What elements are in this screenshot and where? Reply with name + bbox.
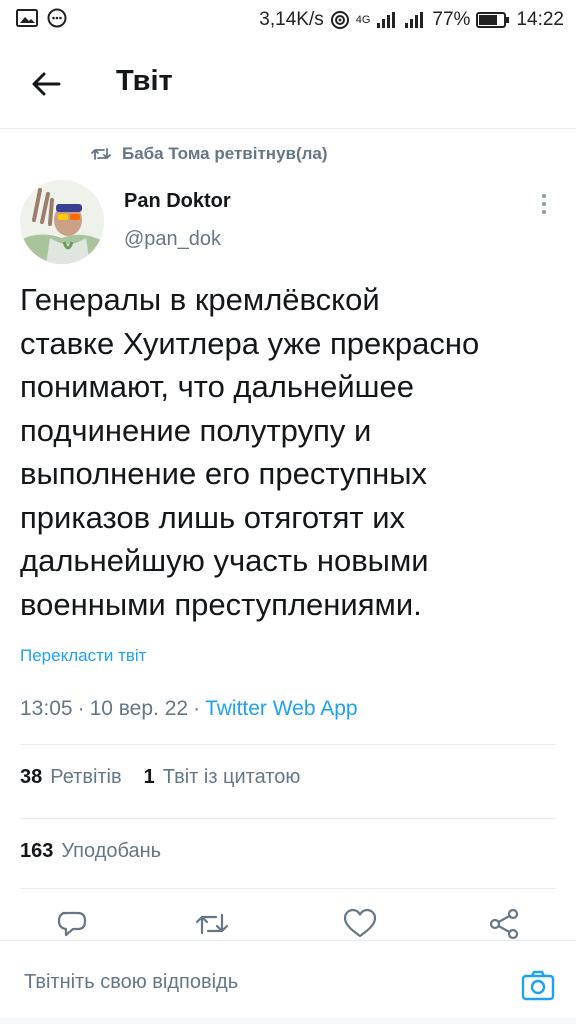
wifi-icon	[330, 10, 350, 30]
tweet-source-link[interactable]: Twitter Web App	[205, 697, 358, 721]
quotes-label: Твіт із цитатою	[162, 766, 301, 788]
translate-tweet-link[interactable]: Перекласти твіт	[20, 646, 146, 666]
tweet-date: 10 вер. 22	[89, 697, 189, 720]
divider	[20, 744, 556, 745]
retweet-icon	[91, 148, 111, 160]
share-icon	[489, 908, 519, 940]
clock: 14:22	[516, 9, 564, 30]
tweet-meta: 13:05 · 10 вер. 22 · Twitter Web App	[20, 697, 358, 721]
like-button[interactable]	[340, 904, 380, 944]
signal-icon	[404, 11, 426, 29]
reply-bar	[0, 940, 576, 1024]
retweet-icon	[195, 913, 229, 935]
divider	[20, 818, 556, 819]
network-speed: 3,14K/s	[259, 9, 324, 30]
tweet-line: подчинение полутрупу и	[20, 412, 372, 448]
divider	[20, 888, 556, 889]
header-divider	[0, 128, 576, 129]
share-button[interactable]	[484, 904, 524, 944]
meta-separator: ·	[77, 697, 85, 720]
camera-button[interactable]	[518, 965, 558, 1005]
likes-stat[interactable]: 163 Уподобань	[20, 840, 161, 863]
tweet-time: 13:05	[20, 697, 73, 720]
meta-separator: ·	[193, 697, 201, 720]
tweet-line: дальнейшую участь новыми	[20, 543, 429, 578]
chat-bubble-icon	[46, 8, 68, 33]
quotes-stat[interactable]: 1 Твіт із цитатою	[144, 766, 301, 789]
retweets-count: 38	[20, 766, 43, 788]
battery-level: 77%	[432, 9, 471, 30]
tweet-line: ставке Хуитлера уже прекрасно	[20, 325, 480, 361]
reply-input[interactable]	[24, 971, 484, 994]
back-button[interactable]	[26, 66, 66, 102]
author-handle[interactable]: @pan_dok	[124, 228, 221, 251]
avatar[interactable]	[20, 180, 104, 264]
like-icon	[343, 908, 377, 938]
status-left	[16, 8, 68, 33]
retweets-stat[interactable]: 38 Ретвітів	[20, 766, 122, 789]
battery-icon	[476, 11, 510, 29]
likes-label: Уподобань	[61, 840, 162, 862]
bottom-bar	[0, 1018, 576, 1024]
more-options-button[interactable]	[532, 190, 556, 218]
reply-button[interactable]	[52, 904, 92, 944]
tweet-line: выполнение его преступных	[20, 456, 428, 491]
quotes-count: 1	[143, 766, 155, 788]
author-name[interactable]: Pan Doktor	[124, 190, 231, 213]
tweet-line: военными преступлениями.	[20, 586, 422, 622]
page-title: Твіт	[116, 65, 173, 97]
tweet-text: Генералы в кремлёвской ставке Хуитлера у…	[20, 278, 560, 626]
reply-icon	[57, 911, 87, 937]
retweet-stats: 38 Ретвітів 1 Твіт із цитатою	[20, 766, 300, 789]
signal-icon	[376, 11, 398, 29]
back-arrow-icon	[32, 72, 61, 96]
tweet-line: приказов лишь отяготят их	[20, 499, 406, 535]
tweet-line: понимают, что дальнейшее	[20, 369, 415, 404]
retweets-label: Ретвітів	[50, 766, 122, 788]
more-vertical-icon	[542, 194, 546, 214]
image-icon	[16, 8, 38, 32]
network-type: 4G	[355, 14, 371, 26]
tweet-line: Генералы в кремлёвской	[20, 282, 380, 317]
retweeted-by-label: Баба Тома ретвітнув(ла)	[122, 144, 328, 163]
status-bar: 3,14K/s 4G 77% 14:22	[0, 0, 576, 40]
app-header: Твіт	[0, 52, 576, 116]
retweet-button[interactable]	[192, 904, 232, 944]
status-right: 3,14K/s 4G 77% 14:22	[259, 9, 564, 31]
likes-count: 163	[20, 840, 54, 862]
camera-icon	[521, 970, 555, 1001]
retweeted-by[interactable]: Баба Тома ретвітнув(ла)	[90, 144, 328, 164]
